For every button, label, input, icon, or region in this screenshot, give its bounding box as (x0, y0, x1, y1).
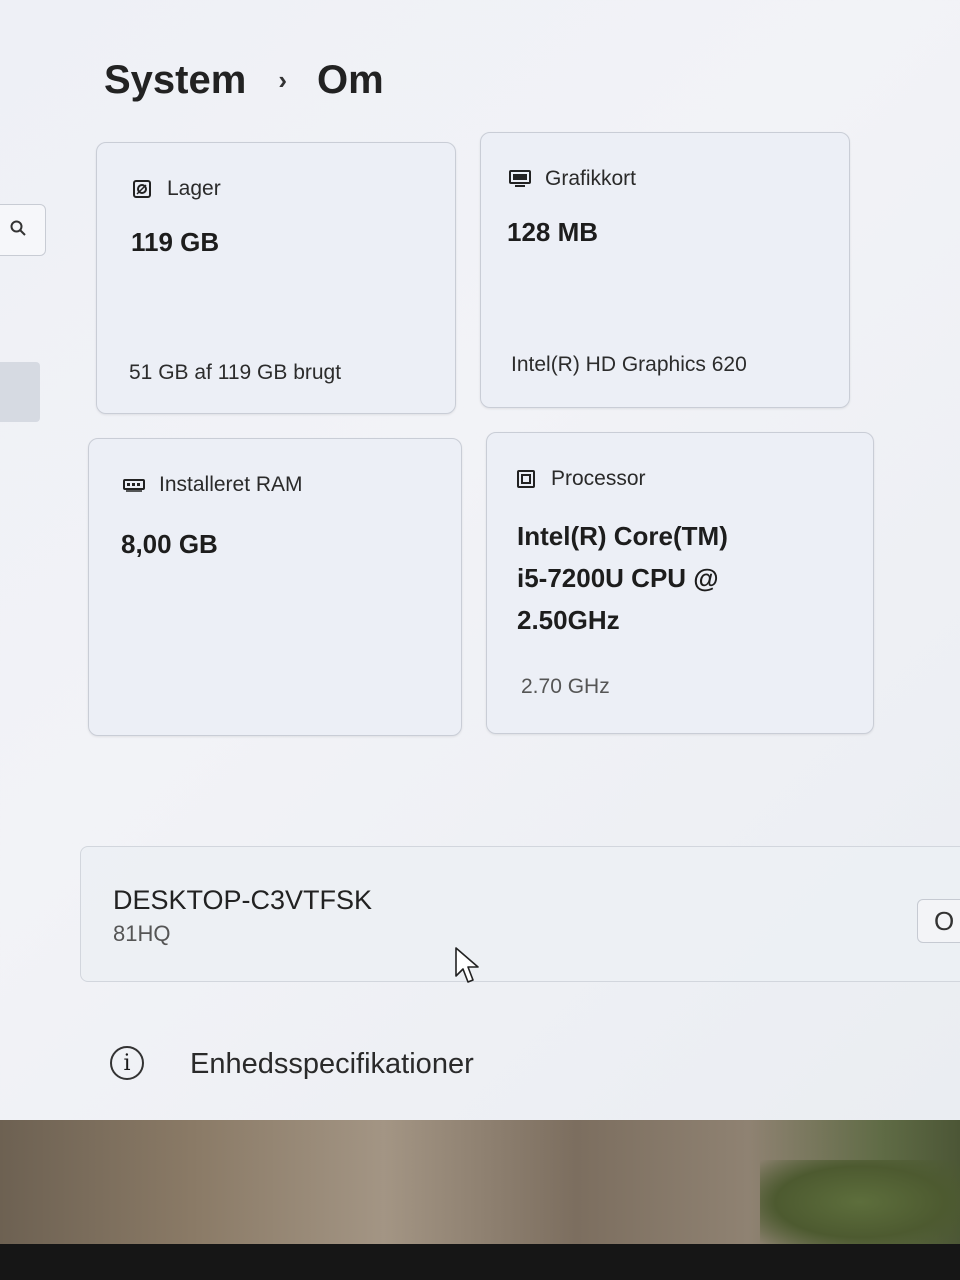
processor-name-line: i5-7200U CPU @ (517, 563, 719, 593)
wallpaper-foliage (760, 1160, 960, 1244)
drive-icon (131, 180, 153, 198)
graphics-title: Grafikkort (545, 167, 637, 190)
device-specifications-label: Enhedsspecifikationer (190, 1048, 474, 1080)
info-icon: i (110, 1046, 144, 1080)
cpu-icon (515, 470, 537, 488)
ram-card[interactable]: Installeret RAM 8,00 GB (88, 438, 462, 736)
processor-name: Intel(R) Core(TM) i5-7200U CPU @ 2.50GHz (517, 515, 728, 641)
device-name-panel: DESKTOP-C3VTFSK 81HQ O (80, 846, 960, 982)
graphics-adapter: Intel(R) HD Graphics 620 (511, 353, 747, 376)
monitor-icon (509, 170, 531, 188)
breadcrumb-system-link[interactable]: System (104, 58, 246, 103)
memory-icon (123, 476, 145, 494)
storage-title: Lager (167, 177, 221, 200)
device-model: 81HQ (113, 921, 171, 946)
processor-name-line: Intel(R) Core(TM) (517, 521, 728, 551)
sidebar-selected-item[interactable] (0, 362, 40, 422)
ram-title: Installeret RAM (159, 473, 303, 496)
storage-total: 119 GB (131, 227, 220, 257)
search-icon (9, 219, 27, 242)
processor-speed: 2.70 GHz (521, 675, 610, 698)
rename-pc-button[interactable]: O (917, 899, 960, 943)
breadcrumb: System › Om (104, 58, 384, 103)
device-specifications-row[interactable]: i Enhedsspecifikationer (80, 1010, 960, 1120)
screen-bezel (0, 1244, 960, 1280)
page-title: Om (316, 58, 384, 102)
graphics-card[interactable]: Grafikkort 128 MB Intel(R) HD Graphics 6… (480, 132, 850, 408)
storage-card[interactable]: Lager 119 GB 51 GB af 119 GB brugt (96, 142, 456, 414)
chevron-right-icon: › (278, 65, 287, 95)
search-button[interactable] (0, 204, 46, 256)
device-name: DESKTOP-C3VTFSK (113, 885, 373, 915)
processor-name-line: 2.50GHz (517, 605, 620, 635)
ram-amount: 8,00 GB (121, 529, 218, 559)
graphics-memory: 128 MB (507, 217, 599, 247)
processor-title: Processor (551, 467, 646, 490)
processor-card[interactable]: Processor Intel(R) Core(TM) i5-7200U CPU… (486, 432, 874, 734)
storage-used: 51 GB af 119 GB brugt (129, 361, 342, 384)
desktop-wallpaper (0, 1120, 960, 1244)
